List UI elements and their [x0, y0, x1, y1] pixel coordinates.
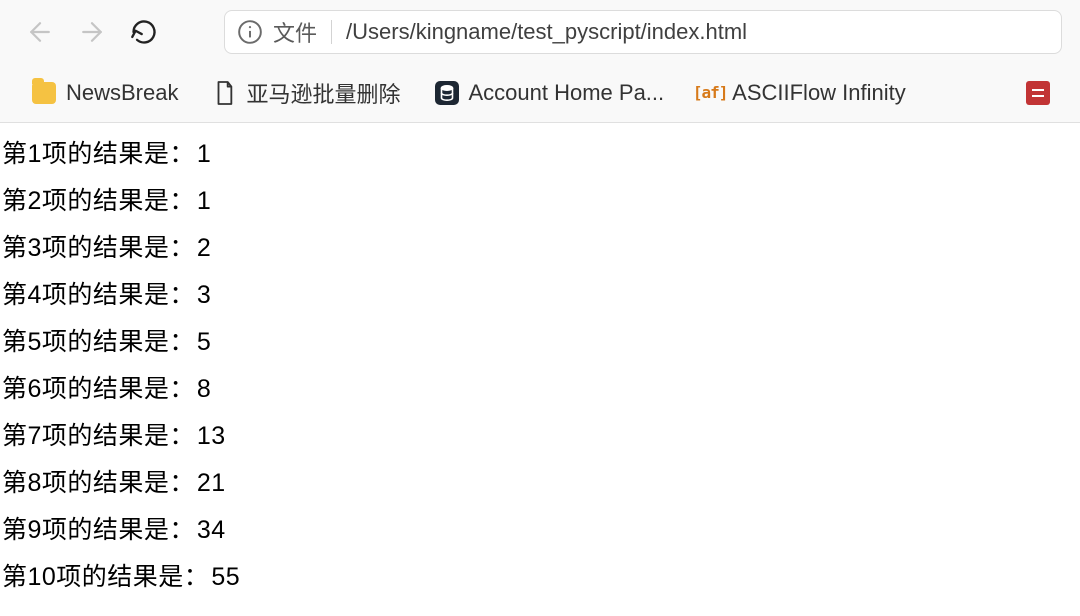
- url-scheme-label: 文件: [273, 16, 317, 48]
- result-line: 第1项的结果是：1: [2, 131, 1078, 178]
- arrow-right-icon: [77, 17, 107, 47]
- result-value: 8: [197, 375, 211, 403]
- result-label: 第3项的结果是：: [2, 234, 195, 262]
- reload-icon: [130, 18, 158, 46]
- result-label: 第1项的结果是：: [2, 140, 195, 168]
- result-label: 第9项的结果是：: [2, 516, 195, 544]
- app-icon[interactable]: [1026, 81, 1050, 105]
- bookmark-item-amazon-delete[interactable]: 亚马逊批量删除: [206, 73, 406, 113]
- result-line: 第4项的结果是：3: [2, 272, 1078, 319]
- bookmark-label: ASCIIFlow Infinity: [732, 80, 906, 106]
- result-label: 第4项的结果是：: [2, 281, 195, 309]
- result-value: 3: [197, 281, 211, 309]
- result-label: 第8项的结果是：: [2, 469, 195, 497]
- page-icon: [212, 81, 236, 105]
- result-line: 第8项的结果是：21: [2, 460, 1078, 507]
- result-value: 5: [197, 328, 211, 356]
- result-line: 第10项的结果是：55: [2, 554, 1078, 601]
- bookmark-label: NewsBreak: [66, 80, 178, 106]
- browser-toolbar: 文件 /Users/kingname/test_pyscript/index.h…: [0, 0, 1080, 63]
- result-label: 第6项的结果是：: [2, 375, 195, 403]
- bookmarks-bar: NewsBreak 亚马逊批量删除 Account Home Pa... [af…: [0, 63, 1080, 123]
- result-line: 第5项的结果是：5: [2, 319, 1078, 366]
- bookmark-item-newsbreak[interactable]: NewsBreak: [26, 76, 184, 110]
- separator: [331, 20, 332, 44]
- info-icon[interactable]: [237, 19, 263, 45]
- result-line: 第6项的结果是：8: [2, 366, 1078, 413]
- bookmark-label: Account Home Pa...: [469, 80, 665, 106]
- back-button[interactable]: [18, 10, 62, 54]
- forward-button[interactable]: [70, 10, 114, 54]
- result-value: 55: [211, 563, 240, 591]
- result-value: 1: [197, 187, 211, 215]
- result-line: 第3项的结果是：2: [2, 225, 1078, 272]
- asciiflow-icon: [af]: [698, 81, 722, 105]
- arrow-left-icon: [25, 17, 55, 47]
- result-value: 13: [197, 422, 226, 450]
- folder-icon: [32, 81, 56, 105]
- bookmark-label: 亚马逊批量删除: [246, 77, 400, 109]
- result-line: 第2项的结果是：1: [2, 178, 1078, 225]
- result-value: 21: [197, 469, 226, 497]
- reload-button[interactable]: [122, 10, 166, 54]
- result-label: 第7项的结果是：: [2, 422, 195, 450]
- result-value: 1: [197, 140, 211, 168]
- bookmark-item-account-home[interactable]: Account Home Pa...: [429, 76, 671, 110]
- bookmark-item-asciiflow[interactable]: [af] ASCIIFlow Infinity: [692, 76, 912, 110]
- result-line: 第9项的结果是：34: [2, 507, 1078, 554]
- result-label: 第5项的结果是：: [2, 328, 195, 356]
- result-label: 第2项的结果是：: [2, 187, 195, 215]
- url-path: /Users/kingname/test_pyscript/index.html: [346, 19, 747, 45]
- database-icon: [435, 81, 459, 105]
- result-label: 第10项的结果是：: [2, 563, 209, 591]
- address-bar[interactable]: 文件 /Users/kingname/test_pyscript/index.h…: [224, 10, 1062, 54]
- result-value: 2: [197, 234, 211, 262]
- result-line: 第7项的结果是：13: [2, 413, 1078, 460]
- result-value: 34: [197, 516, 226, 544]
- page-content: 第1项的结果是：1 第2项的结果是：1 第3项的结果是：2 第4项的结果是：3 …: [0, 123, 1080, 609]
